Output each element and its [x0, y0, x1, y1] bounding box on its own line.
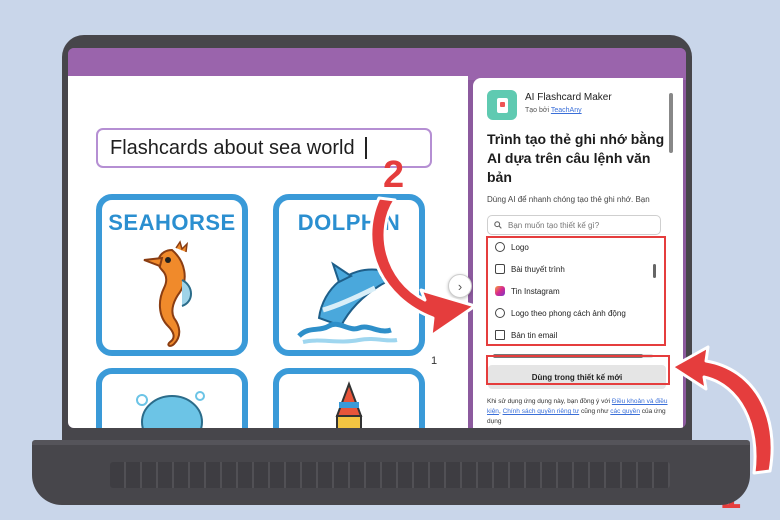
- app-author-prefix: Tạo bởi: [525, 107, 550, 114]
- use-button-highlight: [486, 355, 670, 385]
- keyboard-keys: [110, 462, 670, 488]
- prompt-text-box[interactable]: Flashcards about sea world: [96, 128, 432, 168]
- prompt-text: Flashcards about sea world: [110, 136, 355, 159]
- panel-title: Trình tạo thẻ ghi nhớ bằng AI dựa trên c…: [487, 131, 665, 185]
- step-number-2: 2: [383, 154, 405, 196]
- app-name: AI Flashcard Maker: [525, 92, 612, 103]
- octopus-illustration: [136, 391, 205, 428]
- privacy-policy-link[interactable]: Chính sách quyền riêng tư: [503, 408, 580, 415]
- seahorse-illustration: [143, 240, 192, 347]
- flashcard-rocket[interactable]: [273, 368, 425, 428]
- flashcard-octopus[interactable]: [96, 368, 248, 428]
- app-author-link[interactable]: TeachAny: [551, 107, 582, 114]
- flashcard-app-icon: [487, 90, 517, 120]
- permissions-link[interactable]: các quyền: [610, 408, 640, 415]
- terms-part: Khi sử dụng ứng dụng này, bạn đồng ý với: [487, 398, 612, 405]
- rocket-illustration: [335, 381, 363, 428]
- flashcard-seahorse[interactable]: SEAHORSE: [96, 194, 248, 356]
- text-cursor: [364, 137, 367, 159]
- design-search-input[interactable]: [506, 219, 650, 231]
- panel-description: Dùng AI để nhanh chóng tạo thẻ ghi nhớ. …: [487, 195, 650, 204]
- terms-text: Khi sử dụng ứng dụng này, bạn đồng ý với…: [487, 397, 675, 427]
- terms-part: cũng như: [579, 408, 611, 415]
- arrow-to-list: [369, 196, 477, 338]
- page-indicator: 1: [431, 355, 438, 367]
- app-author: Tạo bởi TeachAny: [525, 107, 582, 114]
- card-title: SEAHORSE: [108, 210, 236, 235]
